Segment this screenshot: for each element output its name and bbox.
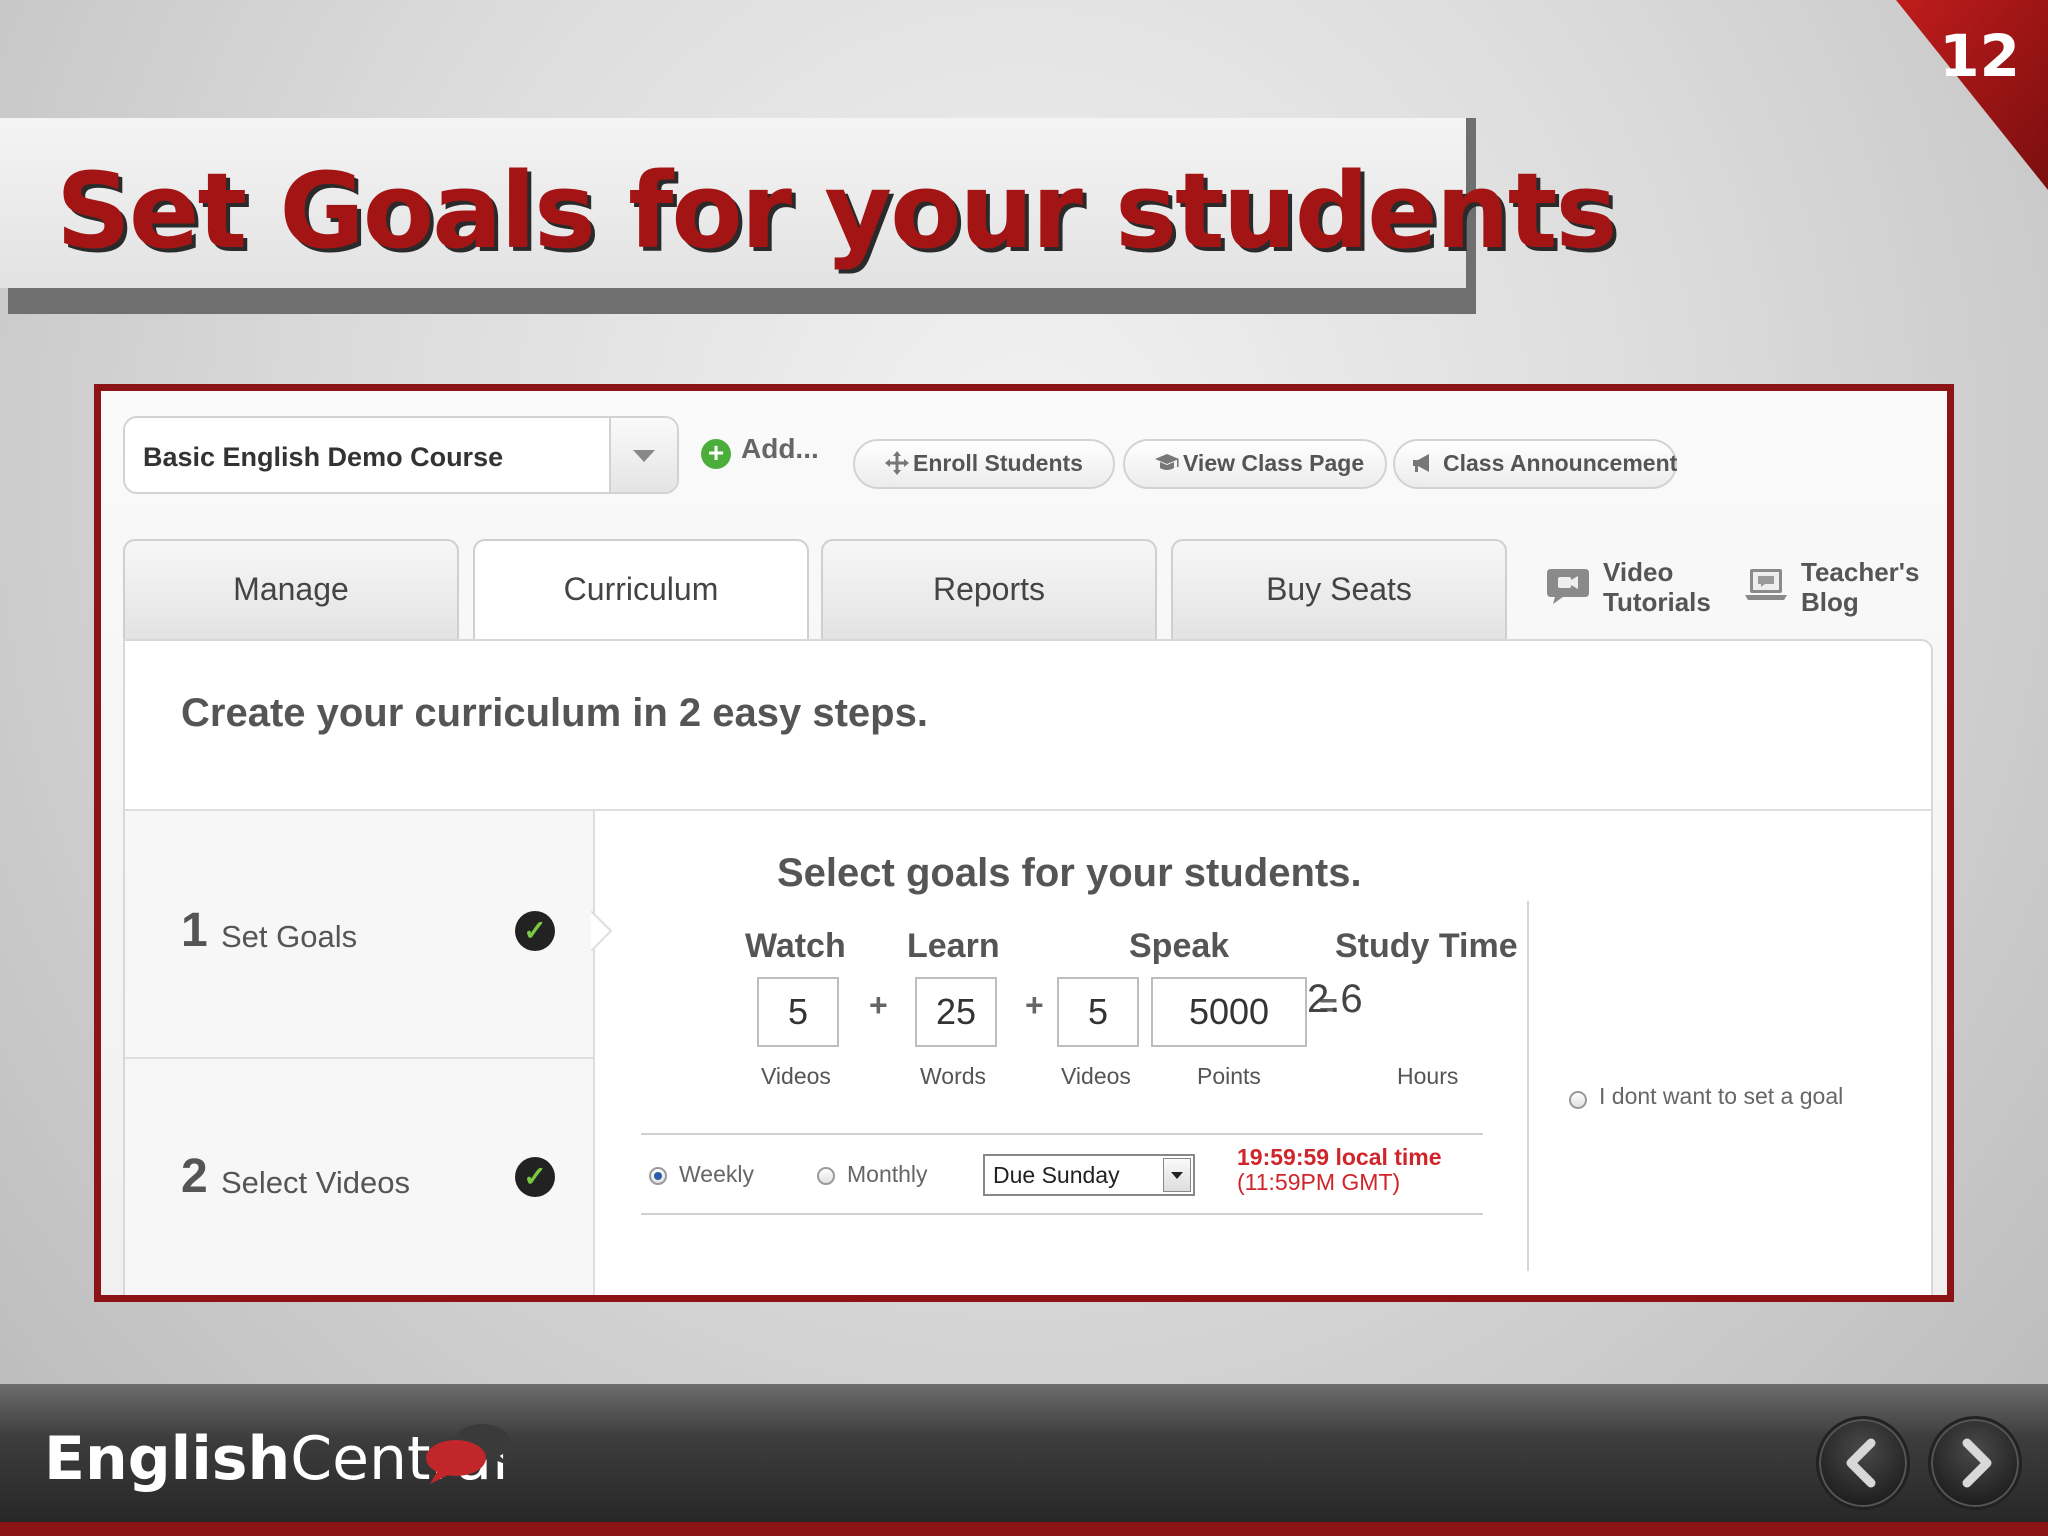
goals-divider — [641, 1213, 1483, 1215]
course-name: Basic English Demo Course — [143, 442, 504, 472]
plus-circle-icon: + — [701, 439, 731, 469]
graduation-cap-icon — [1155, 454, 1179, 470]
view-class-page-label: View Class Page — [1183, 450, 1365, 476]
slide-title: Set Goals for your students — [56, 150, 1617, 272]
speak-points-unit: Points — [1197, 1063, 1261, 1089]
plus-sign: + — [869, 987, 888, 1023]
megaphone-icon — [1413, 454, 1429, 472]
step-select-videos[interactable]: 2 Select Videos ✓ — [125, 1059, 593, 1295]
step-set-goals[interactable]: 1 Set Goals ✓ — [125, 811, 593, 1057]
study-time-header: Study Time — [1335, 927, 1518, 965]
previous-button[interactable] — [1816, 1416, 1910, 1510]
brand-bold: English — [44, 1424, 291, 1494]
view-class-page-button[interactable]: View Class Page — [1123, 439, 1387, 489]
video-tutorials-line2: Tutorials — [1603, 587, 1711, 617]
footer-bar: EnglishCentral — [0, 1384, 2048, 1536]
add-label: Add... — [741, 433, 819, 464]
next-button[interactable] — [1928, 1416, 2022, 1510]
curriculum-heading: Create your curriculum in 2 easy steps. — [181, 691, 928, 735]
due-day-select[interactable]: Due Sunday — [983, 1154, 1195, 1196]
speak-points-input[interactable]: 5000 — [1151, 977, 1307, 1047]
no-goal-label: I dont want to set a goal — [1599, 1083, 1844, 1109]
weekly-label: Weekly — [679, 1161, 754, 1187]
enroll-students-button[interactable]: Enroll Students — [853, 439, 1115, 489]
chevron-down-icon[interactable] — [1163, 1158, 1191, 1192]
tab-buy-seats[interactable]: Buy Seats — [1171, 539, 1507, 639]
class-announcement-button[interactable]: Class Announcement — [1393, 439, 1677, 489]
speak-videos-input[interactable]: 5 — [1057, 977, 1139, 1047]
app-screenshot: Basic English Demo Course + Add... Enroll… — [94, 384, 1954, 1302]
deadline-text: 19:59:59 local time (11:59PM GMT) — [1237, 1145, 1442, 1195]
learn-header: Learn — [907, 927, 1000, 965]
laptop-icon — [1745, 569, 1787, 600]
curriculum-panel: Create your curriculum in 2 easy steps. … — [123, 639, 1933, 1295]
course-select[interactable]: Basic English Demo Course — [123, 416, 679, 494]
steps-column: 1 Set Goals ✓ 2 Select Videos ✓ — [125, 811, 595, 1295]
checkmark-icon: ✓ — [515, 911, 555, 951]
due-day-value: Due Sunday — [993, 1162, 1120, 1188]
vertical-divider — [1527, 901, 1529, 1271]
speak-videos-unit: Videos — [1061, 1063, 1131, 1089]
speech-bubbles-icon — [426, 1424, 510, 1484]
watch-header: Watch — [745, 927, 846, 965]
move-arrows-icon — [885, 451, 909, 475]
footer-accent-stripe — [0, 1522, 2048, 1536]
tab-manage[interactable]: Manage — [123, 539, 459, 639]
tab-curriculum[interactable]: Curriculum — [473, 539, 809, 641]
add-button[interactable]: + Add... — [701, 433, 819, 469]
study-time-unit: Hours — [1397, 1063, 1459, 1089]
checkmark-icon: ✓ — [515, 1157, 555, 1197]
study-time-value: 2.6 — [1307, 977, 1363, 1021]
step-number: 2 — [181, 1150, 208, 1203]
tab-reports[interactable]: Reports — [821, 539, 1157, 639]
active-step-pointer — [591, 911, 613, 951]
step-label: Select Videos — [221, 1165, 410, 1200]
learn-words-input[interactable]: 25 — [915, 977, 997, 1047]
step-label: Set Goals — [221, 919, 358, 954]
video-tutorials-line1: Video — [1603, 557, 1674, 587]
teachers-blog-line2: Blog — [1801, 587, 1859, 617]
watch-unit: Videos — [761, 1063, 831, 1089]
video-tutorials-link[interactable]: Video Tutorials — [1547, 557, 1711, 617]
monthly-radio[interactable] — [817, 1167, 835, 1185]
class-announcement-label: Class Announcement — [1443, 450, 1678, 476]
watch-videos-input[interactable]: 5 — [757, 977, 839, 1047]
goals-divider — [641, 1133, 1483, 1135]
monthly-label: Monthly — [847, 1161, 928, 1187]
learn-unit: Words — [920, 1063, 987, 1089]
chevron-left-icon — [1846, 1438, 1876, 1488]
goals-title: Select goals for your students. — [777, 851, 1362, 895]
weekly-radio[interactable] — [649, 1167, 667, 1185]
chevron-down-icon[interactable] — [609, 418, 677, 492]
step-number: 1 — [181, 904, 208, 957]
deadline-local: 19:59:59 local time — [1237, 1144, 1442, 1170]
no-goal-radio[interactable] — [1569, 1091, 1587, 1109]
speak-header: Speak — [1129, 927, 1230, 965]
deadline-gmt: (11:59PM GMT) — [1237, 1169, 1401, 1195]
page-number: 12 — [1939, 22, 2020, 90]
teachers-blog-line1: Teacher's — [1801, 557, 1920, 587]
chevron-right-icon — [1962, 1438, 1992, 1488]
enroll-students-label: Enroll Students — [913, 450, 1083, 476]
teachers-blog-link[interactable]: Teacher's Blog — [1745, 557, 1920, 617]
video-chat-icon — [1547, 569, 1589, 604]
plus-sign: + — [1025, 987, 1044, 1023]
